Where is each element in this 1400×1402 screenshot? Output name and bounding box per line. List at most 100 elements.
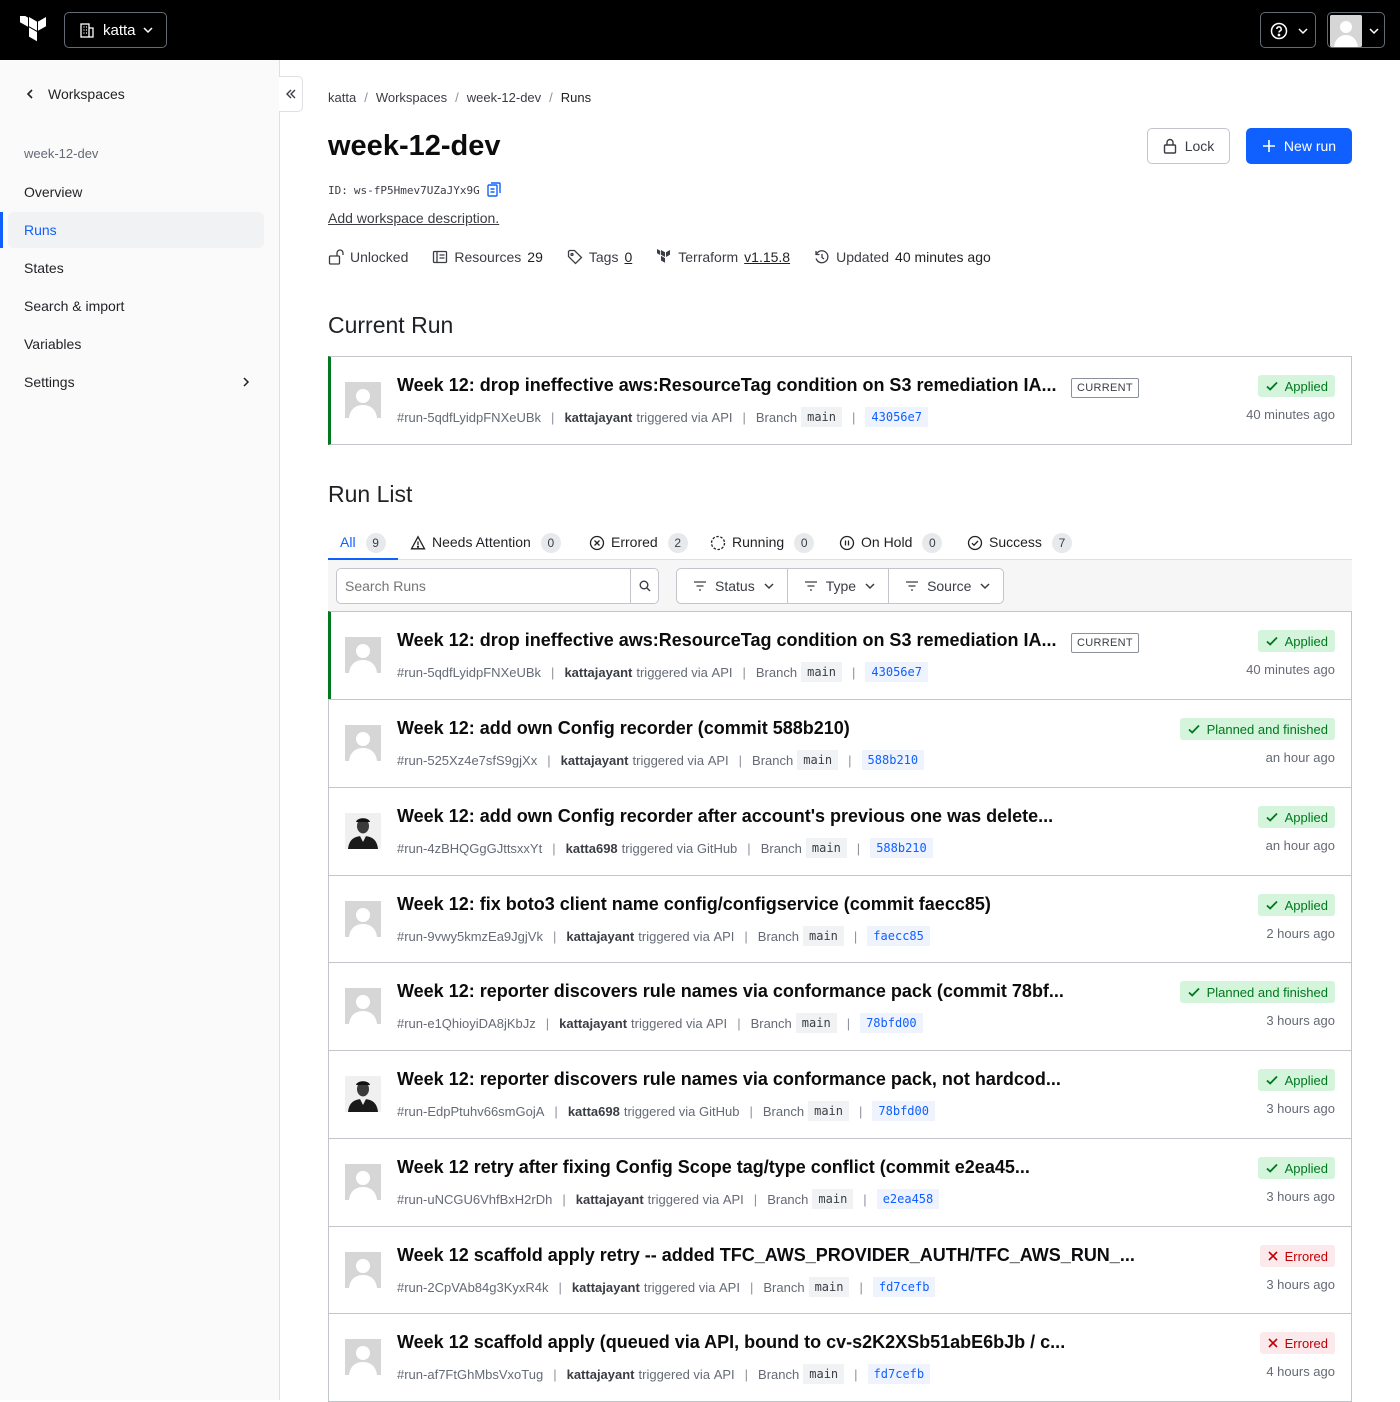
commit-link[interactable]: 78bfd00 [872,1101,935,1121]
run-title[interactable]: Week 12 retry after fixing Config Scope … [397,1157,1030,1178]
check-icon [1265,810,1279,824]
tab-all[interactable]: All 9 [328,531,398,561]
add-description-link[interactable]: Add workspace description. [328,210,499,226]
filter-icon [804,580,818,592]
run-list-item[interactable]: Week 12 retry after fixing Config Scope … [328,1138,1352,1227]
run-list-item[interactable]: Week 12 scaffold apply (queued via API, … [328,1313,1352,1402]
run-title[interactable]: Week 12 scaffold apply retry -- added TF… [397,1245,1135,1266]
status-text: Applied [1284,1160,1328,1176]
run-source: GitHub [699,1103,740,1119]
terraform-logo-icon[interactable] [20,16,48,44]
double-chevron-left-icon [285,88,297,100]
triggered-via-label: triggered via [636,409,708,425]
search-input[interactable] [337,569,631,603]
run-title[interactable]: Week 12: fix boto3 client name config/co… [397,894,991,915]
status-badge: Errored [1259,1332,1335,1354]
check-circle-icon [967,535,983,551]
type-filter-dropdown[interactable]: Type [788,569,890,603]
copy-icon[interactable] [486,182,502,198]
run-title[interactable]: Week 12: reporter discovers rule names v… [397,981,1064,1002]
tab-label: Success [989,534,1042,550]
commit-link[interactable]: 588b210 [870,838,933,858]
pause-circle-icon [839,535,855,551]
new-run-button[interactable]: New run [1246,128,1352,164]
run-title[interactable]: Week 12 scaffold apply (queued via API, … [397,1332,1065,1353]
commit-link[interactable]: 78bfd00 [860,1013,923,1033]
help-menu-button[interactable] [1260,12,1316,48]
commit-link[interactable]: fd7cefb [872,1277,936,1297]
branch-name: main [801,407,842,427]
run-list-item[interactable]: Week 12: reporter discovers rule names v… [328,1050,1352,1139]
divider: | [853,928,858,944]
divider: | [859,1279,863,1295]
tab-label: Needs Attention [432,534,531,550]
run-title[interactable]: Week 12: reporter discovers rule names v… [397,1069,1061,1090]
tab-on-hold[interactable]: On Hold 0 [839,531,943,560]
divider: | [859,1103,863,1119]
sidebar-item-settings[interactable]: Settings [8,364,264,400]
breadcrumb-workspaces[interactable]: Workspaces [376,90,447,105]
commit-link[interactable]: 588b210 [861,750,925,770]
status-filter-dropdown[interactable]: Status [677,569,788,603]
run-user: kattajayant [566,928,635,944]
commit-link[interactable]: e2ea458 [876,1189,940,1209]
run-title[interactable]: Week 12: add own Config recorder after a… [397,806,1053,827]
sidebar-item-variables[interactable]: Variables [8,326,264,362]
organization-switcher[interactable]: katta [64,12,167,48]
avatar [345,1164,381,1200]
branch-name: main [797,750,839,770]
terraform-version-value[interactable]: v1.15.8 [744,249,790,265]
divider: | [854,1366,858,1382]
search-button[interactable] [631,569,658,603]
tab-errored[interactable]: Errored 2 [589,531,688,560]
source-filter-dropdown[interactable]: Source [889,569,1003,603]
run-time: 3 hours ago [1266,1189,1335,1204]
sidebar-item-overview[interactable]: Overview [8,174,264,210]
sidebar-item-runs[interactable]: Runs [0,212,264,248]
run-list-item[interactable]: Week 12: add own Config recorder after a… [328,787,1352,876]
run-list-item[interactable]: Week 12: add own Config recorder (commit… [328,699,1352,788]
workspace-id: ID: ws-fP5Hmev7UZaJYx9G [328,182,502,198]
triggered-via-label: triggered via [643,1279,716,1295]
commit-link[interactable]: faecc85 [867,926,930,946]
divider: | [547,752,551,768]
run-list-item[interactable]: Week 12: drop ineffective aws:ResourceTa… [328,611,1352,700]
avatar [345,637,381,673]
run-list-item[interactable]: Week 12: reporter discovers rule names v… [328,962,1352,1051]
sidebar-item-states[interactable]: States [8,250,264,286]
back-to-workspaces-link[interactable]: Workspaces [24,84,125,104]
check-icon [1265,1073,1279,1087]
filter-label: Type [825,578,857,594]
last-updated: Updated 40 minutes ago [814,249,991,265]
current-run-card[interactable]: Week 12: drop ineffective aws:ResourceTa… [328,356,1352,445]
run-title[interactable]: Week 12: drop ineffective aws:ResourceTa… [397,375,1056,396]
run-title[interactable]: Week 12: drop ineffective aws:ResourceTa… [397,630,1056,651]
workspace-meta: Unlocked Resources 29 Tags 0 Terraform v… [328,249,991,265]
commit-link[interactable]: 43056e7 [865,407,928,427]
tab-running[interactable]: Running 0 [710,531,815,560]
commit-link[interactable]: 43056e7 [865,662,928,682]
divider: | [749,1103,753,1119]
new-run-button-label: New run [1283,138,1337,154]
run-meta: #run-4zBHQGgGJttsxxYt | katta698 triggered … [397,838,933,858]
branch-label: Branch [758,1366,800,1382]
tags-value[interactable]: 0 [624,249,632,265]
help-icon [1270,22,1288,40]
user-menu-button[interactable] [1327,12,1385,48]
sidebar-item-search-import[interactable]: Search & import [8,288,264,324]
run-source: API [719,1279,740,1295]
lock-button[interactable]: Lock [1147,128,1230,164]
run-title[interactable]: Week 12: add own Config recorder (commit… [397,718,850,739]
tab-needs-attention[interactable]: Needs Attention 0 [410,531,561,560]
run-list-item[interactable]: Week 12: fix boto3 client name config/co… [328,875,1352,964]
breadcrumb-org[interactable]: katta [328,90,356,105]
collapse-sidebar-button[interactable] [279,76,303,112]
branch-label: Branch [757,928,799,944]
divider: | [545,1015,550,1031]
tab-success[interactable]: Success 7 [967,531,1072,560]
check-icon [1187,722,1201,736]
divider: | [552,928,557,944]
breadcrumb-workspace[interactable]: week-12-dev [467,90,541,105]
run-list-item[interactable]: Week 12 scaffold apply retry -- added TF… [328,1226,1352,1315]
commit-link[interactable]: fd7cefb [867,1364,931,1384]
